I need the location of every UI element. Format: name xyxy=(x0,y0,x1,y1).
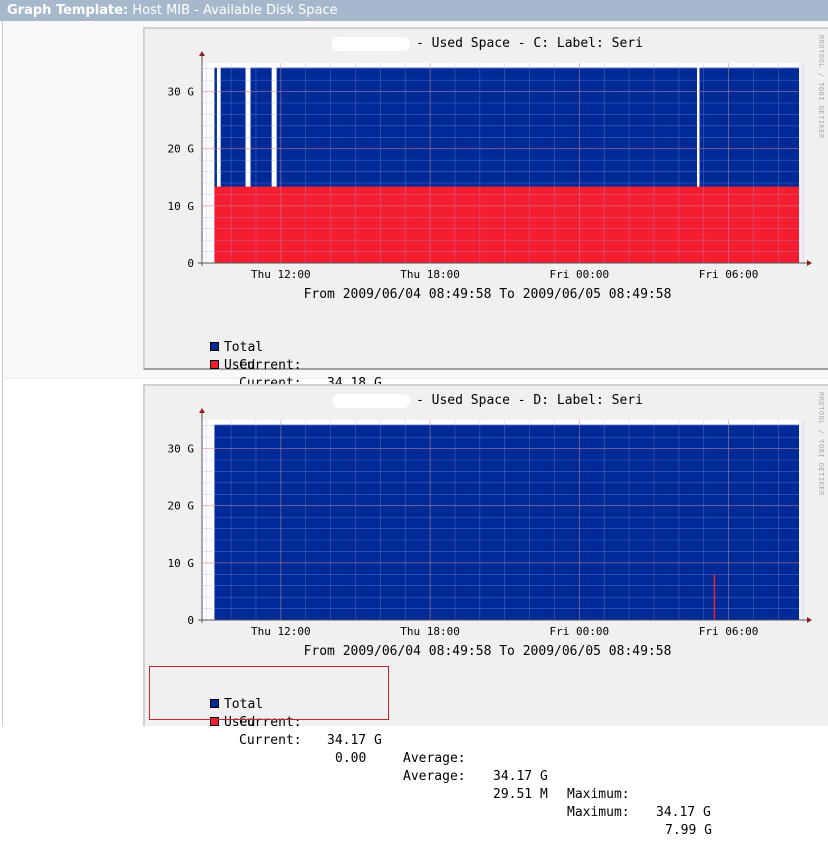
chart-plot: 0 10 G 20 G 30 G Thu 12:00 Thu 18:00 Fri 00:00… xyxy=(168,408,812,638)
x-axis-arrow-icon xyxy=(807,260,812,266)
legend-row-total: Total Current: 34.18 G Average: 33.69 G … xyxy=(163,321,711,463)
y-tick-label: 10 G xyxy=(168,557,195,570)
legend-row-used: Used Current: 13.38 G Average: 13.37 G M… xyxy=(163,339,711,481)
y-axis-arrow-icon xyxy=(199,408,205,413)
x-tick-label: Fri 06:00 xyxy=(699,625,759,638)
x-tick-label: Fri 06:00 xyxy=(699,268,759,281)
y-tick-label: 30 G xyxy=(168,86,195,99)
x-tick-label: Thu 18:00 xyxy=(400,625,460,638)
y-tick-label: 20 G xyxy=(168,500,195,513)
chart-plot: 0 10 G 20 G 30 G Thu 12:00 Thu 18:00 Fri 00:00… xyxy=(168,51,812,281)
x-tick-label: Fri 00:00 xyxy=(550,268,610,281)
x-tick-label: Thu 12:00 xyxy=(251,268,311,281)
graph-c-drive[interactable]: - Used Space - C: Label: Seri RRDTOOL / … xyxy=(143,27,828,481)
x-tick-label: Fri 00:00 xyxy=(550,625,610,638)
header-label: Graph Template: xyxy=(7,3,129,18)
time-range: From 2009/06/04 08:49:58 To 2009/06/05 0… xyxy=(303,287,672,302)
x-tick-label: Thu 18:00 xyxy=(400,268,460,281)
y-tick-label: 30 G xyxy=(168,443,195,456)
y-tick-label: 20 G xyxy=(168,143,195,156)
y-tick-label: 0 xyxy=(187,614,194,627)
y-axis-arrow-icon xyxy=(199,51,205,56)
total-area xyxy=(214,424,799,620)
highlight-annotation-box xyxy=(149,666,389,720)
used-swatch-icon xyxy=(209,360,219,369)
legend: Total Current: 34.18 G Average: 33.69 G … xyxy=(163,321,711,481)
graph-template-header: Graph Template: Host MIB - Available Dis… xyxy=(0,0,828,21)
y-tick-label: 0 xyxy=(187,257,194,270)
time-range: From 2009/06/04 08:49:58 To 2009/06/05 0… xyxy=(303,644,672,659)
x-tick-label: Thu 12:00 xyxy=(251,625,311,638)
x-axis-arrow-icon xyxy=(807,617,812,623)
header-value: Host MIB - Available Disk Space xyxy=(132,3,338,18)
y-tick-label: 10 G xyxy=(168,200,195,213)
